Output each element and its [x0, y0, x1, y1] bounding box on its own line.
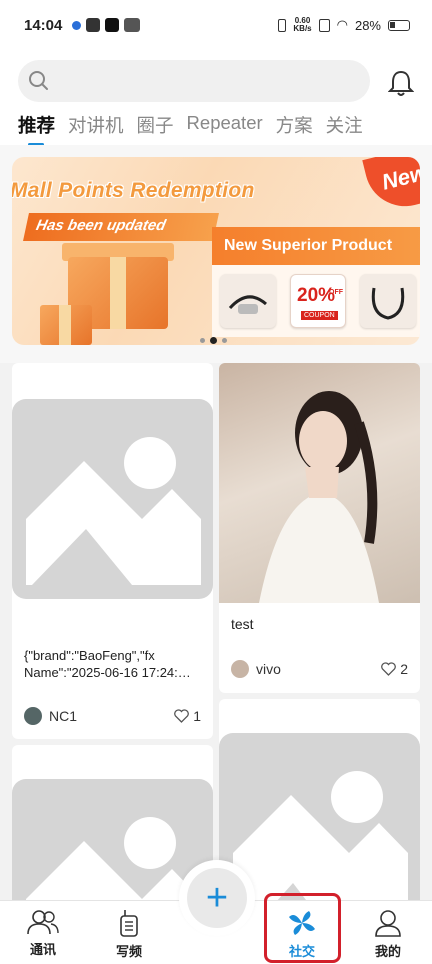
app-icon	[86, 18, 101, 32]
nav-contacts-label: 通讯	[29, 942, 56, 957]
neckband-product-image	[360, 274, 416, 328]
post-text: test	[231, 616, 254, 632]
tab-walkie-talkie[interactable]: 对讲机	[68, 112, 124, 146]
post-card[interactable]	[219, 699, 420, 903]
heart-icon	[381, 662, 397, 676]
image-placeholder	[12, 399, 213, 599]
like-button[interactable]: 1	[174, 708, 201, 724]
post-feed: {"brand":"BaoFeng","fx Name":"2025-06-16…	[0, 363, 432, 903]
search-icon	[29, 71, 48, 90]
highlight-box	[264, 893, 341, 963]
walkie-talkie-icon	[120, 910, 138, 937]
tab-circles[interactable]: 圈子	[137, 112, 174, 146]
promo-banner[interactable]: Mall Points Redemption Has been updated …	[12, 157, 420, 345]
create-post-area: +	[179, 860, 255, 936]
like-count: 1	[193, 708, 201, 724]
tiktok-icon	[105, 18, 120, 32]
carousel-dot	[222, 338, 227, 343]
coupon-off: OFF	[329, 289, 343, 296]
banner-subtitle: Has been updated	[23, 213, 219, 241]
add-icon: +	[205, 877, 229, 919]
tab-solutions[interactable]: 方案	[276, 112, 313, 146]
carousel-dot-active	[210, 337, 217, 344]
battery-percent: 28%	[354, 17, 381, 33]
profile-icon	[375, 910, 401, 937]
carousel-dot	[200, 338, 205, 343]
tab-repeater[interactable]: Repeater	[187, 112, 263, 146]
app-icon	[124, 18, 141, 32]
product-header: New Superior Product	[212, 227, 420, 265]
post-card[interactable]: {"brand":"BaoFeng","fx Name":"2025-06-16…	[12, 363, 213, 739]
new-badge: New	[362, 157, 420, 215]
nav-programming-label: 写频	[115, 944, 142, 959]
image-placeholder-icon	[26, 437, 201, 585]
post-photo	[219, 363, 420, 603]
nav-me-label: 我的	[374, 944, 401, 959]
like-count: 2	[400, 661, 408, 677]
banner-title: Mall Points Redemption	[12, 179, 255, 202]
create-post-button[interactable]: +	[187, 868, 247, 928]
notification-bell-button[interactable]	[384, 66, 418, 100]
coupon-label: COUPON	[301, 311, 338, 320]
post-text: {"brand":"BaoFeng","fx Name":"2025-06-16…	[24, 648, 191, 680]
header: 推荐 对讲机 圈子 Repeater 方案 关注	[0, 50, 432, 146]
tab-following[interactable]: 关注	[326, 112, 363, 146]
post-card[interactable]: test vivo 2	[219, 363, 420, 693]
gift-box-small-icon	[40, 305, 92, 345]
sim-icon	[318, 18, 330, 32]
avatar[interactable]	[231, 660, 249, 678]
nav-me[interactable]: 我的	[358, 909, 418, 960]
status-time: 14:04	[24, 16, 63, 34]
network-speed: 0.60 KB/s	[293, 16, 312, 33]
avatar[interactable]	[24, 707, 42, 725]
product-row: 20% OFF COUPON	[212, 265, 420, 337]
notification-icon	[72, 20, 82, 30]
headset-product-image	[220, 274, 276, 328]
status-bar: 14:04 0.60 KB/s ◠ 28%	[0, 0, 432, 50]
bell-icon	[388, 70, 414, 96]
vibrate-icon	[278, 18, 287, 32]
search-bar[interactable]	[18, 60, 370, 102]
contacts-icon	[27, 910, 59, 935]
post-meta: vivo 2	[231, 660, 408, 678]
carousel-indicator	[200, 337, 227, 344]
nav-programming[interactable]: 写频	[99, 909, 159, 960]
post-meta: NC1 1	[24, 707, 201, 725]
nav-contacts[interactable]: 通讯	[13, 909, 73, 958]
like-button[interactable]: 2	[381, 661, 408, 677]
coupon-image: 20% OFF COUPON	[290, 274, 346, 328]
wifi-icon: ◠	[336, 17, 348, 32]
heart-icon	[174, 709, 190, 723]
category-tabs: 推荐 对讲机 圈子 Repeater 方案 关注	[18, 112, 363, 146]
banner-section: Mall Points Redemption Has been updated …	[0, 145, 432, 363]
battery-icon	[388, 19, 410, 31]
post-author[interactable]: NC1	[49, 708, 77, 724]
tab-recommend[interactable]: 推荐	[18, 112, 55, 146]
search-input[interactable]	[58, 72, 370, 90]
post-author[interactable]: vivo	[256, 661, 281, 677]
